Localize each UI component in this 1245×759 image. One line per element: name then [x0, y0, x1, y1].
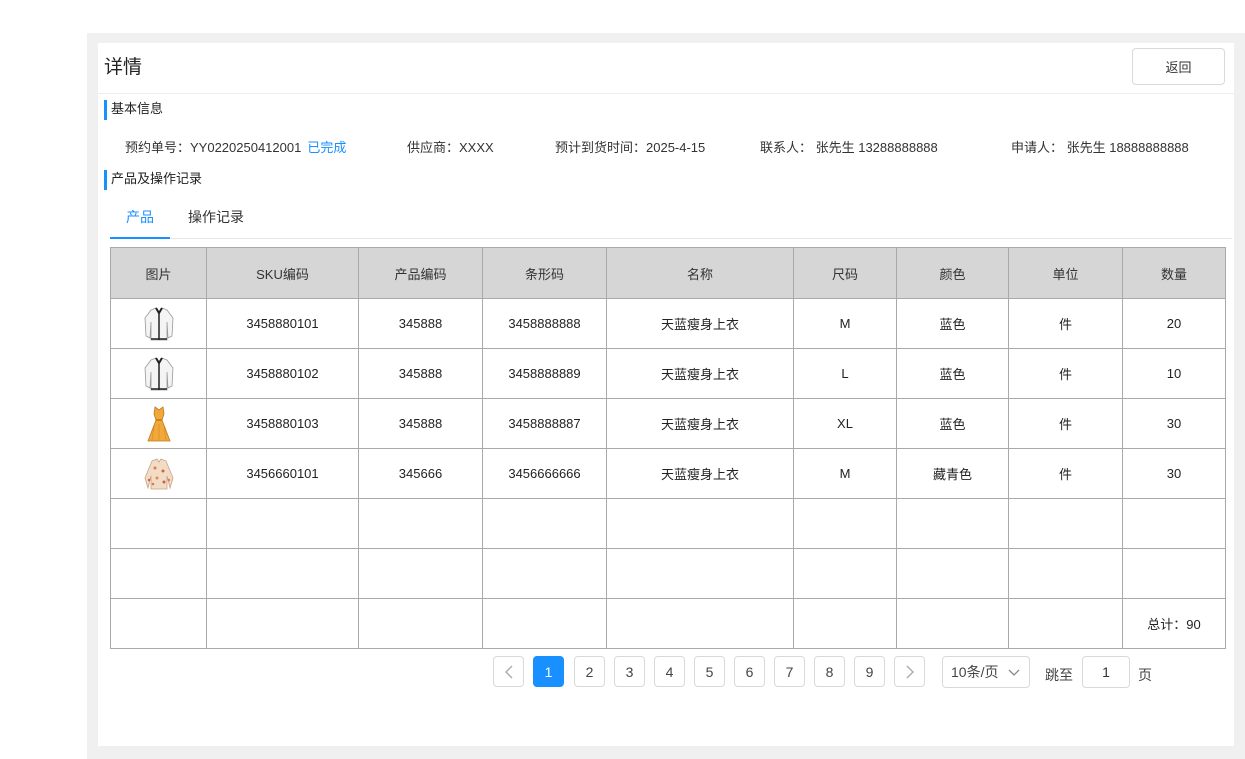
page-size-value: 10条/页 — [951, 664, 999, 680]
page-button-7[interactable]: 7 — [774, 656, 805, 687]
quantity-cell: 10 — [1122, 348, 1226, 399]
barcode-cell: 3458888888 — [482, 298, 607, 349]
product-code-cell: 345666 — [358, 448, 483, 499]
color-cell: 藏青色 — [896, 448, 1009, 499]
white-cardigan-thumbnail — [144, 306, 173, 340]
unit-cell: 件 — [1008, 298, 1123, 349]
page-button-9[interactable]: 9 — [854, 656, 885, 687]
quantity-cell: 20 — [1122, 298, 1226, 349]
order-number-text: 预约单号：YY0220250412001 — [125, 140, 302, 155]
page-button-1[interactable]: 1 — [533, 656, 564, 687]
color-cell: 蓝色 — [896, 348, 1009, 399]
product-image-cell — [110, 448, 207, 499]
section-title-products: 产品及操作记录 — [104, 170, 202, 190]
section-title-basic-info: 基本信息 — [104, 100, 163, 120]
table-row: 3456660101 345666 3456666666 天蓝瘦身上衣 M 藏青… — [110, 448, 1226, 499]
column-header-name: 名称 — [606, 247, 794, 299]
column-header-sku: SKU编码 — [206, 247, 359, 299]
back-button[interactable]: 返回 — [1132, 48, 1225, 85]
status-badge: 已完成 — [307, 140, 347, 155]
sku-cell: 3456660101 — [206, 448, 359, 499]
page-suffix-label: 页 — [1138, 667, 1152, 683]
contact: 联系人： 张先生 13288888888 — [760, 140, 938, 155]
name-cell: 天蓝瘦身上衣 — [606, 448, 794, 499]
quantity-cell: 30 — [1122, 448, 1226, 499]
color-cell: 蓝色 — [896, 298, 1009, 349]
column-header-quantity: 数量 — [1122, 247, 1226, 299]
column-header-image: 图片 — [110, 247, 207, 299]
page-button-4[interactable]: 4 — [654, 656, 685, 687]
supplier: 供应商：XXXX — [407, 140, 494, 155]
table-row: 3458880102 345888 3458888889 天蓝瘦身上衣 L 蓝色… — [110, 348, 1226, 399]
sku-cell: 3458880101 — [206, 298, 359, 349]
order-number: 预约单号：YY0220250412001 已完成 — [125, 137, 346, 156]
eta: 预计到货时间：2025-4-15 — [555, 140, 706, 155]
floral-blouse-thumbnail — [144, 458, 173, 490]
jump-page-input[interactable] — [1082, 656, 1130, 688]
product-image-cell — [110, 298, 207, 349]
size-cell: M — [793, 448, 897, 499]
product-code-cell: 345888 — [358, 398, 483, 449]
table-row: 3458880103 345888 3458888887 天蓝瘦身上衣 XL 蓝… — [110, 398, 1226, 449]
size-cell: L — [793, 348, 897, 399]
applicant: 申请人： 张先生 18888888888 — [1011, 140, 1189, 155]
page-button-8[interactable]: 8 — [814, 656, 845, 687]
jump-to-label: 跳至 — [1045, 667, 1073, 683]
table-row: 3458880101 345888 3458888888 天蓝瘦身上衣 M 蓝色… — [110, 298, 1226, 349]
size-cell: XL — [793, 398, 897, 449]
column-header-barcode: 条形码 — [482, 247, 607, 299]
white-cardigan-thumbnail — [144, 356, 173, 390]
unit-cell: 件 — [1008, 398, 1123, 449]
chevron-right-icon — [906, 665, 914, 678]
column-header-product-code: 产品编码 — [358, 247, 483, 299]
size-cell: M — [793, 298, 897, 349]
color-cell: 蓝色 — [896, 398, 1009, 449]
tabs-divider — [110, 238, 1232, 239]
total-quantity: 总计：90 — [1122, 598, 1226, 649]
column-header-unit: 单位 — [1008, 247, 1123, 299]
product-image-cell — [110, 348, 207, 399]
page-title: 详情 — [104, 57, 143, 78]
page-button-2[interactable]: 2 — [574, 656, 605, 687]
unit-cell: 件 — [1008, 348, 1123, 399]
page-button-6[interactable]: 6 — [734, 656, 765, 687]
barcode-cell: 3456666666 — [482, 448, 607, 499]
quantity-cell: 30 — [1122, 398, 1226, 449]
page-button-5[interactable]: 5 — [694, 656, 725, 687]
table-header-row: 图片 SKU编码 产品编码 条形码 名称 尺码 颜色 单位 数量 — [110, 247, 1226, 299]
table-total-row: 总计：90 — [110, 598, 1226, 649]
table-row-empty — [110, 498, 1226, 549]
name-cell: 天蓝瘦身上衣 — [606, 398, 794, 449]
name-cell: 天蓝瘦身上衣 — [606, 298, 794, 349]
unit-cell: 件 — [1008, 448, 1123, 499]
column-header-size: 尺码 — [793, 247, 897, 299]
page-button-3[interactable]: 3 — [614, 656, 645, 687]
barcode-cell: 3458888887 — [482, 398, 607, 449]
yellow-dress-thumbnail — [146, 405, 171, 441]
prev-page-button[interactable] — [493, 656, 524, 687]
barcode-cell: 3458888889 — [482, 348, 607, 399]
product-code-cell: 345888 — [358, 348, 483, 399]
name-cell: 天蓝瘦身上衣 — [606, 348, 794, 399]
column-header-color: 颜色 — [896, 247, 1009, 299]
sku-cell: 3458880102 — [206, 348, 359, 399]
tab-active-indicator — [110, 237, 170, 239]
page-size-select[interactable]: 10条/页 — [942, 656, 1030, 688]
table-row-empty — [110, 548, 1226, 599]
header-divider — [98, 93, 1234, 94]
tab-products[interactable]: 产品 — [110, 207, 170, 227]
chevron-left-icon — [504, 665, 512, 678]
product-image-cell — [110, 398, 207, 449]
products-table: 图片 SKU编码 产品编码 条形码 名称 尺码 颜色 单位 数量 3458880… — [110, 247, 1226, 649]
chevron-down-icon — [1008, 669, 1020, 676]
sku-cell: 3458880103 — [206, 398, 359, 449]
product-code-cell: 345888 — [358, 298, 483, 349]
tab-operation-log[interactable]: 操作记录 — [184, 207, 248, 227]
next-page-button[interactable] — [894, 656, 925, 687]
